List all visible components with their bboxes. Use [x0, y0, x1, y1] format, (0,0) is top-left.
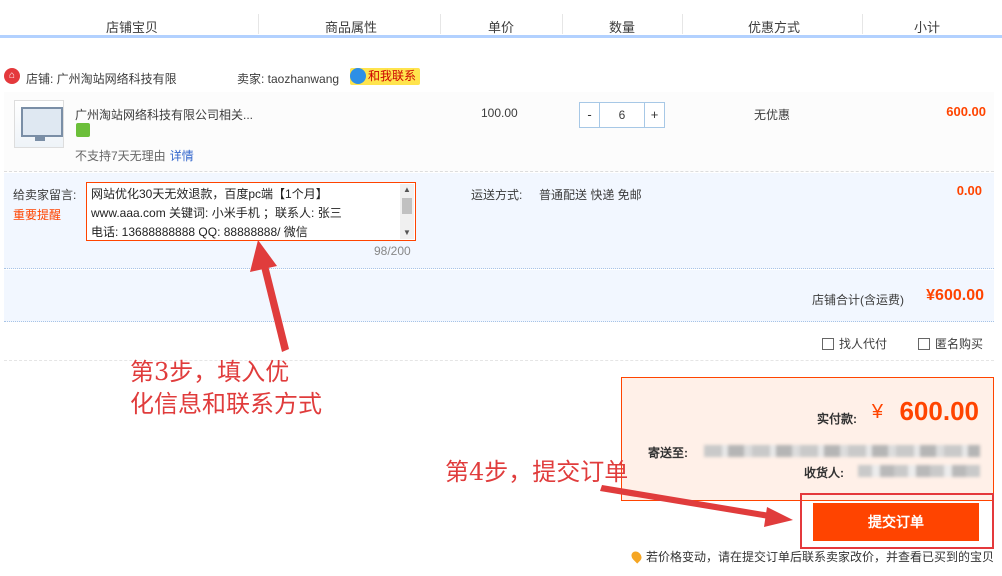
- price-change-notice-text: 若价格变动，请在提交订单后联系卖家改价，并查看已买到的宝贝: [645, 550, 994, 564]
- scroll-up-icon[interactable]: ▲: [400, 184, 414, 196]
- message-shipping-section: 给卖家留言: 重要提醒 网站优化30天无效退款，百度pc端【1个月】 www.a…: [4, 173, 994, 269]
- receiver-label: 收货人:: [804, 466, 844, 480]
- column-header: 店铺宝贝 商品属性 单价 数量 优惠方式 小计: [0, 0, 1002, 38]
- column-separator: [562, 14, 563, 34]
- column-separator: [440, 14, 441, 34]
- return-policy: 不支持7天无理由 详情: [75, 147, 194, 164]
- seller-message-label: 给卖家留言:: [13, 188, 77, 202]
- receiver-name-blurred: [858, 465, 980, 477]
- column-separator: [682, 14, 683, 34]
- scrollbar-thumb[interactable]: [402, 198, 412, 214]
- message-line: 电话: 13688888888 QQ: 88888888/ 微信: [91, 225, 308, 239]
- currency-symbol: ¥: [871, 401, 883, 423]
- ship-to-label: 寄送至:: [648, 446, 688, 460]
- shipping-method-value: 普通配送 快递 免邮: [539, 188, 642, 202]
- return-policy-text: 不支持7天无理由: [75, 149, 166, 163]
- location-pin-icon: [629, 549, 644, 564]
- contact-seller-button[interactable]: 和我联系: [350, 68, 421, 85]
- message-line: 网站优化30天无效退款，百度pc端【1个月】: [91, 187, 328, 201]
- anonymous-purchase-label: 匿名购买: [935, 337, 984, 351]
- pay-by-other-option[interactable]: 找人代付: [822, 335, 887, 352]
- anonymous-purchase-checkbox[interactable]: [918, 338, 930, 350]
- shop-name[interactable]: 店铺: 广州淘站网络科技有限: [26, 70, 177, 87]
- textarea-scrollbar[interactable]: ▲ ▼: [400, 184, 414, 239]
- discount-method: 无优惠: [754, 108, 791, 122]
- shop-total-value: ¥600.00: [926, 287, 984, 304]
- seller-name: 卖家: taozhanwang: [237, 72, 340, 86]
- step4-arrow-head: [764, 507, 793, 527]
- anonymous-purchase-option[interactable]: 匿名购买: [918, 335, 983, 352]
- column-item: 店铺宝贝: [106, 20, 159, 35]
- ship-to-address-blurred: [704, 445, 980, 457]
- shop-total-label: 店铺合计(含运费): [812, 293, 904, 307]
- product-thumbnail[interactable]: [14, 100, 64, 148]
- message-char-count: 98/200: [374, 244, 411, 258]
- shop-total-row: 店铺合计(含运费) ¥600.00: [4, 270, 994, 322]
- shipping-fee: 0.00: [956, 183, 982, 198]
- shipping-method-label: 运送方式:: [471, 188, 523, 202]
- service-badge-icon: [76, 123, 90, 137]
- important-reminder-link[interactable]: 重要提醒: [13, 206, 61, 223]
- quantity-increase-button[interactable]: +: [644, 103, 664, 127]
- message-line: www.aaa.com 关键词: 小米手机 ；联系人: 张三: [91, 206, 342, 220]
- price-change-notice: 若价格变动，请在提交订单后联系卖家改价，并查看已买到的宝贝: [629, 548, 994, 565]
- item-subtotal: 600.00: [946, 104, 986, 119]
- unit-price: 100.00: [481, 106, 518, 120]
- column-attributes: 商品属性: [325, 20, 378, 35]
- step3-annotation-line: 化信息和联系方式: [130, 390, 322, 418]
- quantity-decrease-button[interactable]: -: [580, 103, 600, 127]
- shop-row: ⌂ 店铺: 广州淘站网络科技有限 卖家: taozhanwang 和我联系: [0, 66, 1002, 88]
- quantity-input[interactable]: 6: [602, 103, 642, 127]
- scroll-down-icon[interactable]: ▼: [400, 227, 414, 239]
- column-unit-price: 单价: [488, 20, 515, 35]
- column-separator: [862, 14, 863, 34]
- pay-by-other-checkbox[interactable]: [822, 338, 834, 350]
- return-policy-detail-link[interactable]: 详情: [170, 149, 194, 163]
- seller-message-textarea[interactable]: 网站优化30天无效退款，百度pc端【1个月】 www.aaa.com 关键词: …: [86, 182, 416, 241]
- column-discount: 优惠方式: [748, 20, 801, 35]
- step4-annotation: 第4步，提交订单: [445, 458, 629, 486]
- product-title[interactable]: 广州淘站网络科技有限公司相关...: [75, 106, 253, 123]
- step3-annotation: 第3步，填入优 化信息和联系方式: [130, 356, 322, 420]
- pay-by-other-label: 找人代付: [839, 337, 888, 351]
- column-quantity: 数量: [609, 20, 636, 35]
- quantity-stepper: - 6 +: [579, 102, 665, 128]
- submit-order-button[interactable]: 提交订单: [813, 503, 979, 541]
- step3-annotation-line: 第3步，填入优: [130, 358, 290, 386]
- column-subtotal: 小计: [914, 20, 941, 35]
- payment-summary: 实付款: ¥ 600.00 寄送至: 收货人:: [621, 377, 994, 501]
- shop-icon: ⌂: [4, 68, 20, 84]
- column-separator: [258, 14, 259, 34]
- amount-due-label: 实付款:: [817, 412, 857, 426]
- amount-due-value: 600.00: [899, 396, 979, 426]
- order-item-row: 广州淘站网络科技有限公司相关... 不支持7天无理由 详情 100.00 - 6 …: [4, 92, 994, 172]
